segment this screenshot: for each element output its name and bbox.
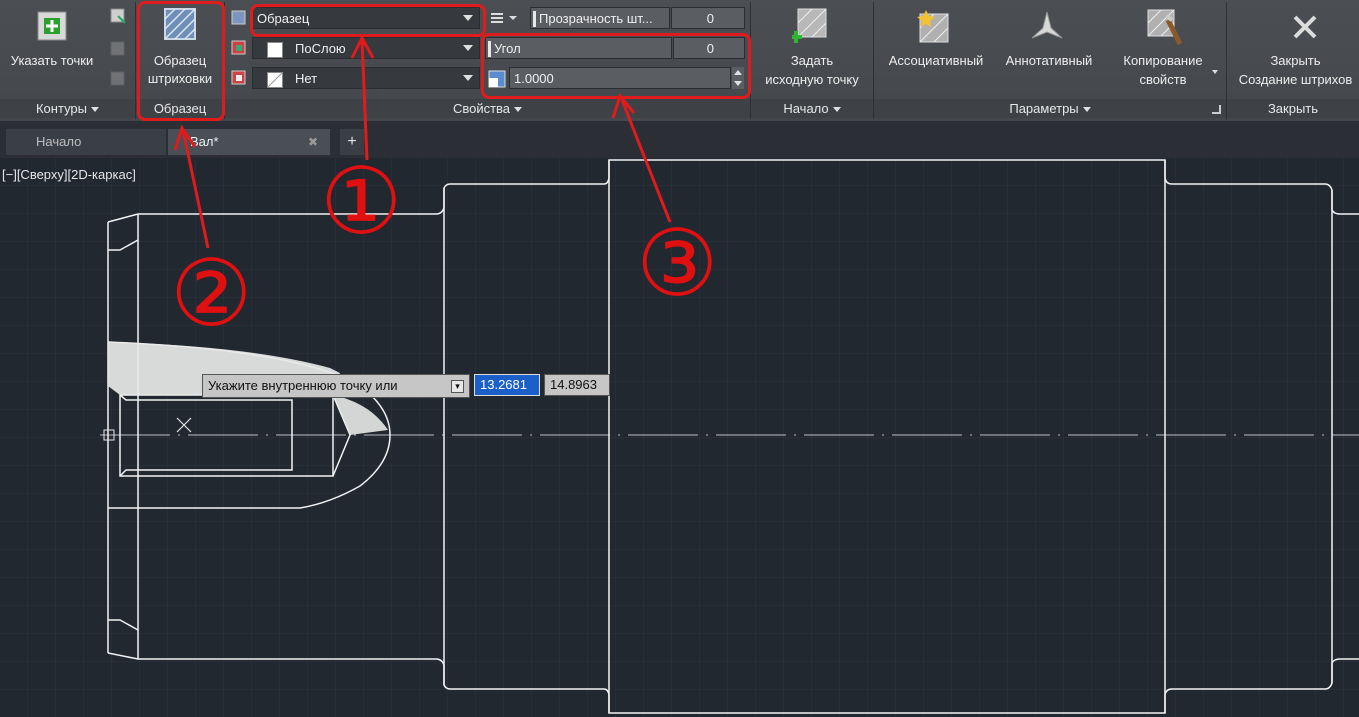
background-color-dropdown[interactable]: Нет (252, 67, 480, 89)
options-dialog-launcher-icon[interactable] (1212, 105, 1221, 114)
view-label[interactable]: [−][Сверху][2D-каркас] (2, 167, 136, 182)
set-origin-icon[interactable] (790, 7, 828, 43)
panel-title-origin[interactable]: Начало (751, 99, 873, 118)
color-swatch (267, 41, 283, 58)
dynamic-input-prompt: Укажите внутреннюю точку или ▾ (202, 374, 470, 398)
annotation-label-2: ② (170, 240, 253, 347)
background-color-icon (231, 70, 247, 86)
file-tab-bar: Начало Вал* ✖ + (0, 121, 1359, 158)
hatch-type-icon (231, 10, 247, 26)
annotation-label-3: ③ (636, 210, 719, 317)
close-hatch-icon[interactable] (1290, 12, 1320, 42)
associative-icon[interactable] (916, 8, 952, 44)
recreate-boundary-icon[interactable] (110, 71, 126, 87)
close-hatch-button-label-2[interactable]: Создание штрихов (1232, 71, 1359, 89)
annotative-button-label[interactable]: Аннотативный (996, 52, 1102, 70)
hatch-color-icon (231, 40, 247, 56)
set-origin-button-label-2[interactable]: исходную точку (752, 71, 872, 89)
annotation-box-pattern (137, 1, 225, 121)
set-origin-button-label-1[interactable]: Задать (752, 52, 872, 70)
panel-title-properties[interactable]: Свойства (225, 99, 750, 118)
options-down-arrow-icon[interactable]: ▾ (451, 380, 464, 393)
tab-shaft[interactable]: Вал* ✖ (168, 129, 330, 155)
match-properties-button-label-2[interactable]: свойств (1108, 71, 1218, 89)
match-properties-icon[interactable] (1146, 6, 1183, 46)
panel-title-contours[interactable]: Контуры (0, 99, 135, 118)
remove-boundaries-icon[interactable] (110, 41, 126, 57)
annotation-box-hatch-type (250, 4, 486, 37)
transparency-slider-handle[interactable] (533, 11, 536, 27)
annotation-label-1: ① (320, 148, 403, 255)
hatch-color-dropdown[interactable]: ПоСлою (252, 37, 480, 59)
match-properties-dropdown-icon[interactable] (1212, 70, 1218, 74)
panel-title-options[interactable]: Параметры (874, 99, 1226, 118)
tab-close-icon[interactable]: ✖ (308, 129, 318, 155)
coord-x-input[interactable]: 13.2681 (474, 374, 540, 396)
transparency-value[interactable]: 0 (671, 7, 745, 29)
panel-title-close: Закрыть (1227, 99, 1359, 118)
close-hatch-button-label-1[interactable]: Закрыть (1232, 52, 1359, 70)
annotative-icon[interactable] (1030, 10, 1064, 44)
pick-points-button-label[interactable]: Указать точки (2, 52, 102, 70)
match-properties-button-label-1[interactable]: Копирование (1108, 52, 1218, 70)
pick-points-icon[interactable] (37, 11, 67, 41)
tab-start[interactable]: Начало (6, 129, 166, 155)
select-objects-icon[interactable] (110, 8, 126, 24)
transparency-slider[interactable]: Прозрачность шт... (530, 7, 670, 29)
coord-y-input[interactable]: 14.8963 (544, 374, 610, 396)
annotation-box-angle-scale (481, 33, 751, 99)
none-swatch-icon (267, 71, 283, 88)
transparency-icon[interactable] (489, 10, 519, 26)
associative-button-label[interactable]: Ассоциативный (876, 52, 996, 70)
